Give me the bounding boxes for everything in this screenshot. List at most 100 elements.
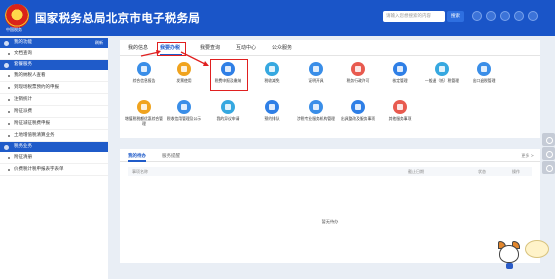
reduction-icon <box>265 62 279 76</box>
sidebar-section-packages[interactable]: 套餐服务 <box>0 60 108 70</box>
other-icon <box>393 100 407 114</box>
service-credit[interactable]: 税收信用管理及公示 <box>164 100 204 121</box>
sidebar-item[interactable]: 到现场税票预约的申报 <box>0 82 108 94</box>
sidebar-section-tax-business[interactable]: 税务业务 <box>0 142 108 152</box>
customer-service-icon[interactable] <box>542 133 555 146</box>
column-header: 截止日期 <box>408 169 424 174</box>
tab-my-info[interactable]: 我的信息 <box>128 44 148 51</box>
service-label: 涉税专业服务机构管理 <box>297 116 335 121</box>
service-agency[interactable]: 涉税专业服务机构管理 <box>296 100 336 121</box>
tab-service-reminder[interactable]: 服务提醒 <box>162 153 180 159</box>
column-header: 事项名称 <box>132 169 148 174</box>
sidebar-item[interactable]: 价费税计税申报表字表单 <box>0 164 108 176</box>
service-other[interactable]: 其他服务事项 <box>380 100 420 121</box>
star-icon <box>4 40 9 46</box>
sidebar-section-my-functions[interactable]: 我的功能 刷新 <box>0 38 108 48</box>
sidebar-item[interactable]: 附征清册 <box>0 152 108 164</box>
service-tax-reduction[interactable]: 税收减免 <box>252 62 292 83</box>
service-invoice[interactable]: 发票使用 <box>164 62 204 83</box>
service-panel: 我的信息 我要办税 我要查询 互动中心 公众服务 综合信息报告 发票使用 税费申… <box>120 40 540 138</box>
permit-icon <box>351 62 365 76</box>
tab-interaction[interactable]: 互动中心 <box>236 44 256 51</box>
tab-query[interactable]: 我要查询 <box>200 44 220 51</box>
todo-panel: 我的待办 服务提醒 更多 > 事项名称 截止日期 状态 操作 暂无待办 <box>120 149 540 263</box>
feedback-icon[interactable] <box>542 147 555 160</box>
service-export-refund[interactable]: 出口退税管理 <box>464 62 504 83</box>
service-label: 一般退（抵）税管理 <box>424 78 460 83</box>
service-label: 证明开具 <box>308 78 324 83</box>
service-label: 综合信息报告 <box>132 78 156 83</box>
service-assessment[interactable]: 核定管理 <box>380 62 420 83</box>
certificate-icon <box>309 62 323 76</box>
table-header: 事项名称 截止日期 状态 操作 <box>128 167 532 176</box>
mascot-image[interactable] <box>495 239 525 269</box>
logout-icon[interactable] <box>528 11 538 21</box>
report-icon <box>137 62 151 76</box>
service-label: 其他服务事项 <box>388 116 412 121</box>
refresh-link[interactable]: 刷新 <box>95 38 103 48</box>
service-objection[interactable]: 我的异议申请 <box>208 100 248 121</box>
briefcase-icon <box>4 144 9 150</box>
home-icon[interactable] <box>500 11 510 21</box>
service-info-report[interactable]: 综合信息报告 <box>124 62 164 83</box>
service-label: 税收信用管理及公示 <box>166 116 202 121</box>
sidebar-item[interactable]: 我的纳税人查看 <box>0 70 108 82</box>
agency-icon <box>309 100 323 114</box>
service-label: 预约排队 <box>264 116 280 121</box>
calendar-icon <box>265 100 279 114</box>
service-label: 出具整改及服务事项 <box>340 116 376 121</box>
help-icon[interactable] <box>514 11 524 21</box>
section-title: 套餐服务 <box>14 62 32 67</box>
empty-state-text: 暂无待办 <box>321 219 339 224</box>
credit-icon <box>177 100 191 114</box>
service-refund[interactable]: 一般退（抵）税管理 <box>422 62 462 83</box>
service-vat-preference[interactable]: 增值税税额优惠综合管理 <box>124 100 164 126</box>
section-title: 税务业务 <box>14 144 32 149</box>
sidebar-item[interactable]: 附征减征税费申报 <box>0 118 108 130</box>
service-label: 我的异议申请 <box>216 116 240 121</box>
sidebar-item[interactable]: 附征派费 <box>0 106 108 118</box>
message-icon[interactable] <box>486 11 496 21</box>
sidebar-item[interactable]: 土地增值税清算业务 <box>0 130 108 142</box>
section-title: 我的功能 <box>14 40 32 45</box>
mascot-badge <box>506 263 513 269</box>
refund-icon <box>435 62 449 76</box>
vat-icon <box>137 100 151 114</box>
service-admin-permit[interactable]: 税务行政许可 <box>338 62 378 83</box>
export-icon <box>477 62 491 76</box>
service-appointment[interactable]: 预约排队 <box>252 100 292 121</box>
column-header: 操作 <box>512 169 520 174</box>
service-label: 税收减免 <box>264 78 280 83</box>
active-tab-indicator <box>128 160 146 162</box>
service-label: 出口退税管理 <box>472 78 496 83</box>
service-rectification[interactable]: 出具整改及服务事项 <box>338 100 378 121</box>
sidebar-item[interactable]: 文档查询 <box>0 48 108 60</box>
search-button[interactable]: 搜索 <box>447 11 464 22</box>
package-icon <box>4 62 9 68</box>
sidebar-item[interactable]: 注销统计 <box>0 94 108 106</box>
tax-emblem-logo <box>5 4 29 28</box>
service-label: 发票使用 <box>176 78 192 83</box>
sidebar: 我的功能 刷新 文档查询 套餐服务 我的纳税人查看 到现场税票预约的申报 注销统… <box>0 38 108 279</box>
service-certificate[interactable]: 证明开具 <box>296 62 336 83</box>
assessment-icon <box>393 62 407 76</box>
highlight-box-tab <box>157 42 186 56</box>
header: 中国税务 国家税务总局北京市电子税务局 请输入您想搜索的内容 搜索 <box>0 0 555 36</box>
more-link[interactable]: 更多 > <box>521 153 534 159</box>
tab-my-todo[interactable]: 我的待办 <box>128 153 146 159</box>
invoice-icon <box>177 62 191 76</box>
column-header: 状态 <box>478 169 486 174</box>
rectification-icon <box>351 100 365 114</box>
mascot-face <box>499 245 519 263</box>
chat-bubble-icon[interactable] <box>525 240 549 258</box>
tab-public-service[interactable]: 公众服务 <box>272 44 292 51</box>
service-label: 核定管理 <box>392 78 408 83</box>
service-label: 增值税税额优惠综合管理 <box>125 116 163 126</box>
logo-caption: 中国税务 <box>6 27 22 32</box>
qrcode-icon[interactable] <box>542 161 555 174</box>
objection-icon <box>221 100 235 114</box>
user-icon[interactable] <box>472 11 482 21</box>
service-label: 税务行政许可 <box>346 78 370 83</box>
todo-tabs: 我的待办 服务提醒 更多 > <box>120 149 540 162</box>
search-input[interactable]: 请输入您想搜索的内容 <box>383 11 445 22</box>
